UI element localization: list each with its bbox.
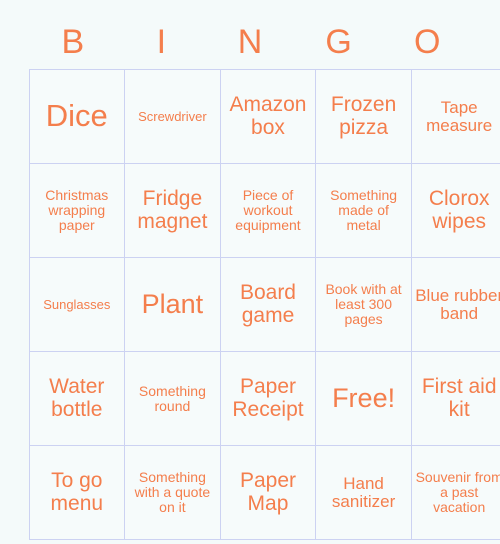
- bingo-cell-label: Board game: [239, 281, 296, 327]
- bingo-cell-o4[interactable]: First aid kit: [410, 351, 500, 446]
- bingo-cell-label: Christmas wrapping paper: [45, 187, 109, 233]
- bingo-cell-n5[interactable]: Paper Map: [219, 445, 317, 540]
- bingo-grid-wrapper: Dice Screwdriver Amazon box Frozen pizza…: [28, 69, 500, 540]
- bingo-cell-i3[interactable]: Plant: [124, 257, 221, 352]
- bingo-cell-label: Frozen pizza: [330, 93, 397, 139]
- bingo-cell-label: Something with a quote on it: [134, 469, 211, 515]
- bingo-header-letter-n: N: [237, 23, 263, 61]
- bingo-cell-label: Paper Receipt: [232, 375, 304, 421]
- bingo-cell-n4[interactable]: Paper Receipt: [219, 351, 317, 446]
- bingo-cell-label: Amazon box: [229, 93, 307, 139]
- bingo-cell-label: First aid kit: [421, 375, 497, 421]
- bingo-card: B I N G O Dice Screwdriver Amazon box Fr…: [0, 0, 500, 544]
- bingo-cell-label: Paper Map: [239, 469, 296, 515]
- bingo-cell-label: Water bottle: [49, 375, 105, 421]
- bingo-cell-label: Hand sanitizer: [331, 473, 396, 511]
- bingo-cell-i5[interactable]: Something with a quote on it: [124, 445, 221, 540]
- bingo-cell-g2[interactable]: Something made of metal: [315, 163, 412, 258]
- bingo-cell-g5[interactable]: Hand sanitizer: [315, 445, 412, 540]
- bingo-cell-o2[interactable]: Clorox wipes: [410, 163, 500, 258]
- bingo-row: Christmas wrapping paper Fridge magnet P…: [28, 163, 500, 258]
- bingo-cell-label: Fridge magnet: [137, 187, 208, 233]
- bingo-cell-label: Piece of workout equipment: [235, 187, 301, 233]
- bingo-cell-i2[interactable]: Fridge magnet: [124, 163, 221, 258]
- bingo-cell-label: Clorox wipes: [428, 187, 490, 233]
- bingo-cell-g1[interactable]: Frozen pizza: [315, 69, 412, 164]
- bingo-cell-b5[interactable]: To go menu: [28, 445, 126, 540]
- bingo-cell-g3[interactable]: Book with at least 300 pages: [315, 257, 412, 352]
- bingo-row: Dice Screwdriver Amazon box Frozen pizza…: [28, 69, 500, 164]
- bingo-row: Water bottle Something round Paper Recei…: [28, 351, 500, 446]
- bingo-cell-label: Blue rubber band: [415, 285, 500, 323]
- bingo-cell-label: Sunglasses: [43, 296, 111, 312]
- bingo-cell-b4[interactable]: Water bottle: [28, 351, 126, 446]
- bingo-cell-label: Souvenir from a past vacation: [415, 469, 500, 515]
- bingo-header-letter-g: G: [325, 23, 352, 61]
- bingo-cell-label: To go menu: [50, 469, 104, 515]
- bingo-cell-n2[interactable]: Piece of workout equipment: [219, 163, 317, 258]
- bingo-cell-n1[interactable]: Amazon box: [219, 69, 317, 164]
- bingo-header: B I N G O: [29, 0, 472, 62]
- bingo-grid: Dice Screwdriver Amazon box Frozen pizza…: [28, 69, 500, 540]
- bingo-cell-n3[interactable]: Board game: [219, 257, 317, 352]
- bingo-header-letter-b: B: [61, 23, 85, 61]
- bingo-cell-i4[interactable]: Something round: [124, 351, 221, 446]
- bingo-cell-o5[interactable]: Souvenir from a past vacation: [410, 445, 500, 540]
- bingo-cell-label: Screwdriver: [138, 108, 207, 124]
- bingo-cell-label: Free!: [332, 383, 396, 414]
- bingo-cell-b2[interactable]: Christmas wrapping paper: [28, 163, 126, 258]
- bingo-row: To go menu Something with a quote on it …: [28, 445, 500, 540]
- bingo-cell-label: Plant: [141, 289, 204, 320]
- bingo-header-letter-i: I: [156, 23, 167, 61]
- bingo-cell-o3[interactable]: Blue rubber band: [410, 257, 500, 352]
- bingo-header-letter-o: O: [413, 23, 441, 61]
- bingo-cell-o1[interactable]: Tape measure: [410, 69, 500, 164]
- bingo-cell-label: Tape measure: [426, 97, 493, 135]
- bingo-row: Sunglasses Plant Board game Book with at…: [28, 257, 500, 352]
- bingo-cell-label: Book with at least 300 pages: [325, 281, 402, 327]
- bingo-cell-label: Something round: [138, 382, 206, 414]
- bingo-cell-free-space[interactable]: Free!: [315, 351, 412, 446]
- bingo-cell-i1[interactable]: Screwdriver: [124, 69, 221, 164]
- bingo-cell-b3[interactable]: Sunglasses: [28, 257, 126, 352]
- bingo-cell-label: Dice: [45, 98, 108, 134]
- bingo-cell-label: Something made of metal: [330, 187, 398, 233]
- bingo-cell-b1[interactable]: Dice: [28, 69, 126, 164]
